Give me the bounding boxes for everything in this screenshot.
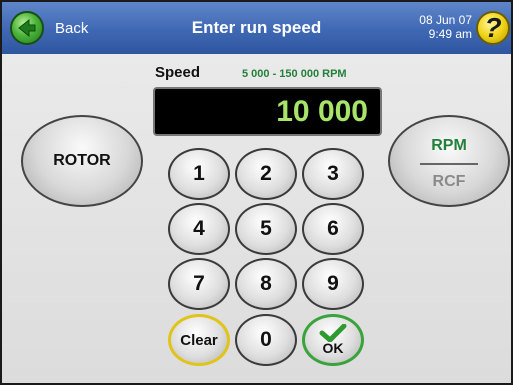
screen-frame: Back Enter run speed 08 Jun 07 9:49 am ?…: [0, 0, 513, 385]
key-6[interactable]: 6: [302, 203, 364, 255]
rotor-label: ROTOR: [53, 152, 111, 169]
key-0[interactable]: 0: [235, 314, 297, 366]
key-4[interactable]: 4: [168, 203, 230, 255]
key-5[interactable]: 5: [235, 203, 297, 255]
back-arrow-icon: [10, 11, 44, 45]
datetime-display: 08 Jun 07 9:49 am: [402, 13, 472, 41]
key-3[interactable]: 3: [302, 148, 364, 200]
time-text: 9:49 am: [428, 27, 472, 41]
ok-label: OK: [322, 340, 344, 356]
clear-button[interactable]: Clear: [168, 314, 230, 366]
unit-divider: [420, 163, 478, 165]
speed-range: 5 000 - 150 000 RPM: [242, 68, 347, 80]
rcf-label: RCF: [432, 173, 466, 190]
speed-label: Speed: [155, 64, 201, 81]
key-2[interactable]: 2: [235, 148, 297, 200]
speed-value-display[interactable]: 10 000: [153, 87, 382, 136]
help-symbol: ?: [484, 12, 502, 43]
back-label: Back: [55, 19, 89, 37]
rpm-label: RPM: [431, 137, 467, 154]
back-button[interactable]: Back: [10, 11, 110, 45]
unit-toggle-button[interactable]: RPM RCF: [388, 115, 510, 207]
ok-button[interactable]: OK: [302, 314, 364, 366]
rotor-button[interactable]: ROTOR: [21, 115, 143, 207]
key-8[interactable]: 8: [235, 258, 297, 310]
key-9[interactable]: 9: [302, 258, 364, 310]
help-question-icon[interactable]: ?: [476, 11, 510, 45]
key-7[interactable]: 7: [168, 258, 230, 310]
header-bar: Back Enter run speed 08 Jun 07 9:49 am ?: [2, 2, 511, 54]
key-1[interactable]: 1: [168, 148, 230, 200]
date-text: 08 Jun 07: [419, 13, 472, 27]
